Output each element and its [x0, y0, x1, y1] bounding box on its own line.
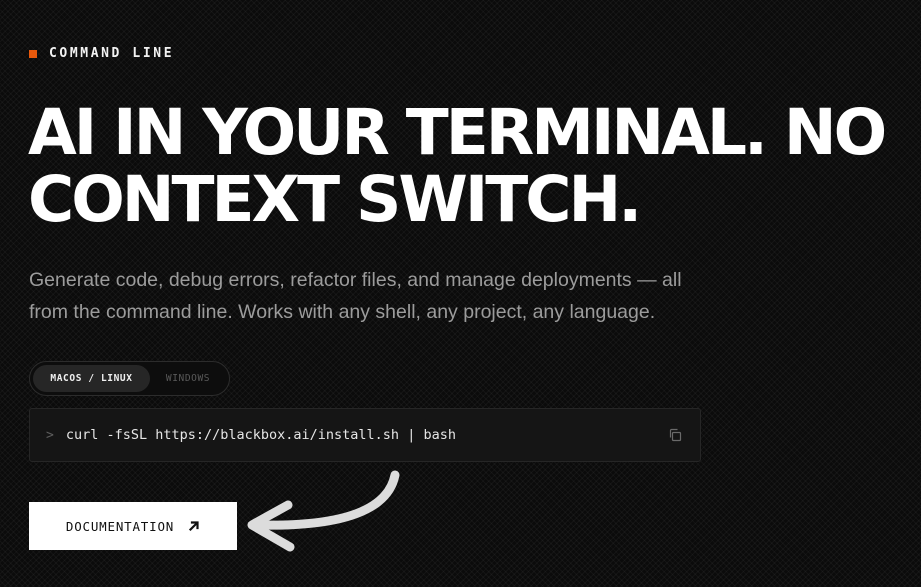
- documentation-label: DOCUMENTATION: [65, 518, 175, 534]
- page-subtitle: Generate code, debug errors, refactor fi…: [29, 264, 719, 328]
- subtitle-line-2: from the command line. Works with any sh…: [29, 301, 656, 323]
- prompt-symbol: >: [46, 427, 54, 443]
- subtitle-line-1: Generate code, debug errors, refactor fi…: [29, 269, 682, 291]
- documentation-button[interactable]: DOCUMENTATION: [29, 502, 237, 550]
- install-command-box: > curl -fsSL https://blackbox.ai/install…: [29, 408, 701, 462]
- install-command-text: curl -fsSL https://blackbox.ai/install.s…: [65, 427, 456, 443]
- eyebrow-label: COMMAND LINE: [49, 46, 175, 61]
- section-eyebrow: COMMAND LINE: [29, 46, 174, 61]
- curved-arrow-icon: [247, 470, 400, 552]
- title-line-1: AI IN YOUR TERMINAL. NO: [28, 96, 887, 169]
- copy-icon[interactable]: [666, 426, 684, 444]
- tab-macos-linux[interactable]: MACOS / LINUX: [33, 365, 150, 392]
- arrow-up-right-icon: [188, 520, 200, 532]
- title-line-2: CONTEXT SWITCH.: [28, 163, 642, 236]
- os-tab-switcher: MACOS / LINUX WINDOWS: [29, 361, 230, 396]
- accent-square: [29, 49, 37, 58]
- page-title: AI IN YOUR TERMINAL. NO CONTEXT SWITCH.: [28, 99, 908, 233]
- tab-windows[interactable]: WINDOWS: [150, 365, 226, 392]
